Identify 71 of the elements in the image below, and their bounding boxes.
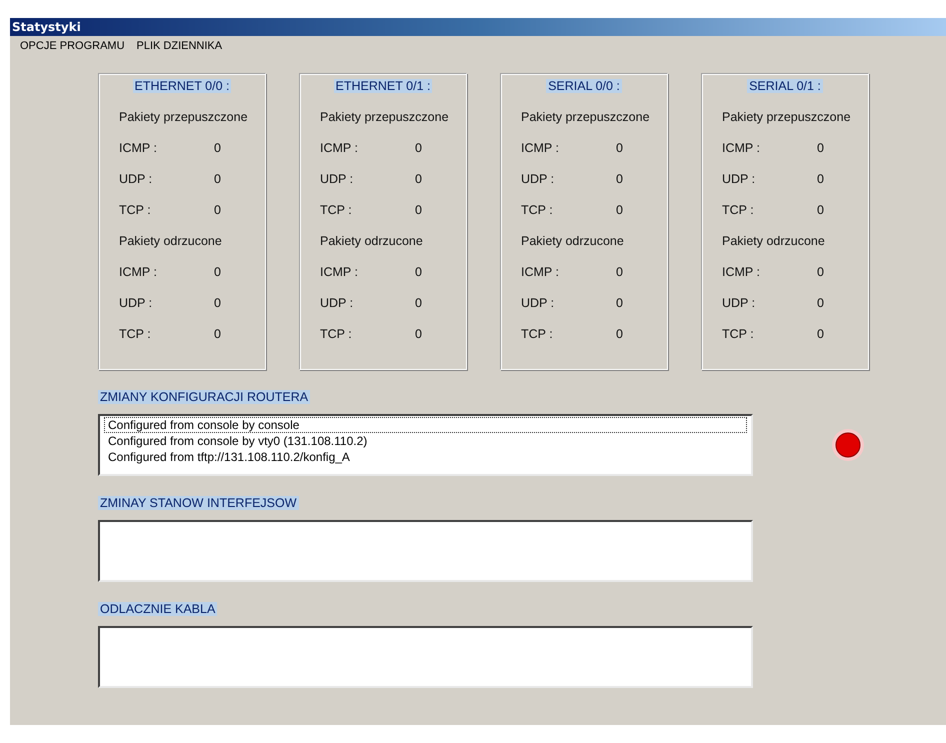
packet-count: 0 xyxy=(616,203,623,217)
log-list[interactable] xyxy=(98,520,753,582)
packet-count: 0 xyxy=(817,265,824,279)
log-list[interactable]: Configured from console by console Configured from console by vty0 (131.108.110.2) Configured from tftp://131.108.110.2/konfig_A xyxy=(98,414,753,476)
packet-count: 0 xyxy=(616,327,623,341)
log-line[interactable]: Configured from tftp://131.108.110.2/konfig_A xyxy=(104,449,747,465)
protocol-label: ICMP : xyxy=(119,265,158,279)
group-label: Pakiety przepuszczone xyxy=(320,110,449,124)
protocol-label: ICMP : xyxy=(722,141,761,155)
packet-count: 0 xyxy=(415,265,422,279)
protocol-label: TCP : xyxy=(119,203,152,217)
log-list[interactable] xyxy=(98,626,753,688)
protocol-label: ICMP : xyxy=(521,265,560,279)
group-label: Pakiety odrzucone xyxy=(722,234,825,248)
group-label: Pakiety przepuszczone xyxy=(521,110,650,124)
protocol-label: ICMP : xyxy=(320,141,359,155)
protocol-label: TCP : xyxy=(119,327,152,341)
panel-title: SERIAL 0/0 : xyxy=(546,79,622,93)
packet-count: 0 xyxy=(616,265,623,279)
menu-item[interactable]: PLIK DZIENNIKA xyxy=(136,40,222,52)
group-label: Pakiety odrzucone xyxy=(521,234,624,248)
packet-count: 0 xyxy=(415,203,422,217)
protocol-label: UDP : xyxy=(320,172,354,186)
section-title: ZMINAY STANOW INTERFEJSOW xyxy=(98,496,299,510)
protocol-label: TCP : xyxy=(320,203,353,217)
protocol-label: UDP : xyxy=(119,296,154,310)
menu-item[interactable]: OPCJE PROGRAMU xyxy=(20,40,125,52)
panel-title: ETHERNET 0/1 : xyxy=(334,79,432,93)
log-line[interactable]: Configured from console by vty0 (131.108.110.2) xyxy=(104,433,747,449)
window-title: Statystyki xyxy=(12,20,81,34)
protocol-label: UDP : xyxy=(722,296,756,310)
packet-count: 0 xyxy=(214,141,221,155)
packet-count: 0 xyxy=(214,265,221,279)
protocol-label: UDP : xyxy=(320,296,354,310)
packet-count: 0 xyxy=(415,172,422,186)
group-label: Pakiety przepuszczone xyxy=(722,110,851,124)
protocol-label: UDP : xyxy=(521,296,556,310)
packet-count: 0 xyxy=(616,141,623,155)
packet-count: 0 xyxy=(415,141,422,155)
packet-count: 0 xyxy=(817,296,824,310)
group-label: Pakiety przepuszczone xyxy=(119,110,248,124)
panel-title: ETHERNET 0/0 : xyxy=(132,79,232,93)
packet-count: 0 xyxy=(214,203,221,217)
packet-count: 0 xyxy=(616,296,623,310)
packet-count: 0 xyxy=(415,296,422,310)
protocol-label: UDP : xyxy=(722,172,756,186)
protocol-label: ICMP : xyxy=(320,265,359,279)
packet-count: 0 xyxy=(214,296,221,310)
protocol-label: ICMP : xyxy=(119,141,158,155)
protocol-label: UDP : xyxy=(119,172,154,186)
packet-count: 0 xyxy=(817,327,824,341)
protocol-label: UDP : xyxy=(521,172,556,186)
protocol-label: ICMP : xyxy=(722,265,761,279)
group-label: Pakiety odrzucone xyxy=(119,234,222,248)
packet-count: 0 xyxy=(817,203,824,217)
group-label: Pakiety odrzucone xyxy=(320,234,423,248)
packet-count: 0 xyxy=(817,172,824,186)
packet-count: 0 xyxy=(214,172,221,186)
protocol-label: TCP : xyxy=(722,327,755,341)
section-title: ZMIANY KONFIGURACJI ROUTERA xyxy=(98,390,310,404)
protocol-label: TCP : xyxy=(722,203,755,217)
protocol-label: TCP : xyxy=(320,327,353,341)
protocol-label: ICMP : xyxy=(521,141,560,155)
panel-title: SERIAL 0/1 : xyxy=(747,79,823,93)
protocol-label: TCP : xyxy=(521,327,554,341)
packet-count: 0 xyxy=(817,141,824,155)
packet-count: 0 xyxy=(214,327,221,341)
protocol-label: TCP : xyxy=(521,203,554,217)
packet-count: 0 xyxy=(616,172,623,186)
packet-count: 0 xyxy=(415,327,422,341)
section-title: ODLACZNIE KABLA xyxy=(98,602,218,616)
